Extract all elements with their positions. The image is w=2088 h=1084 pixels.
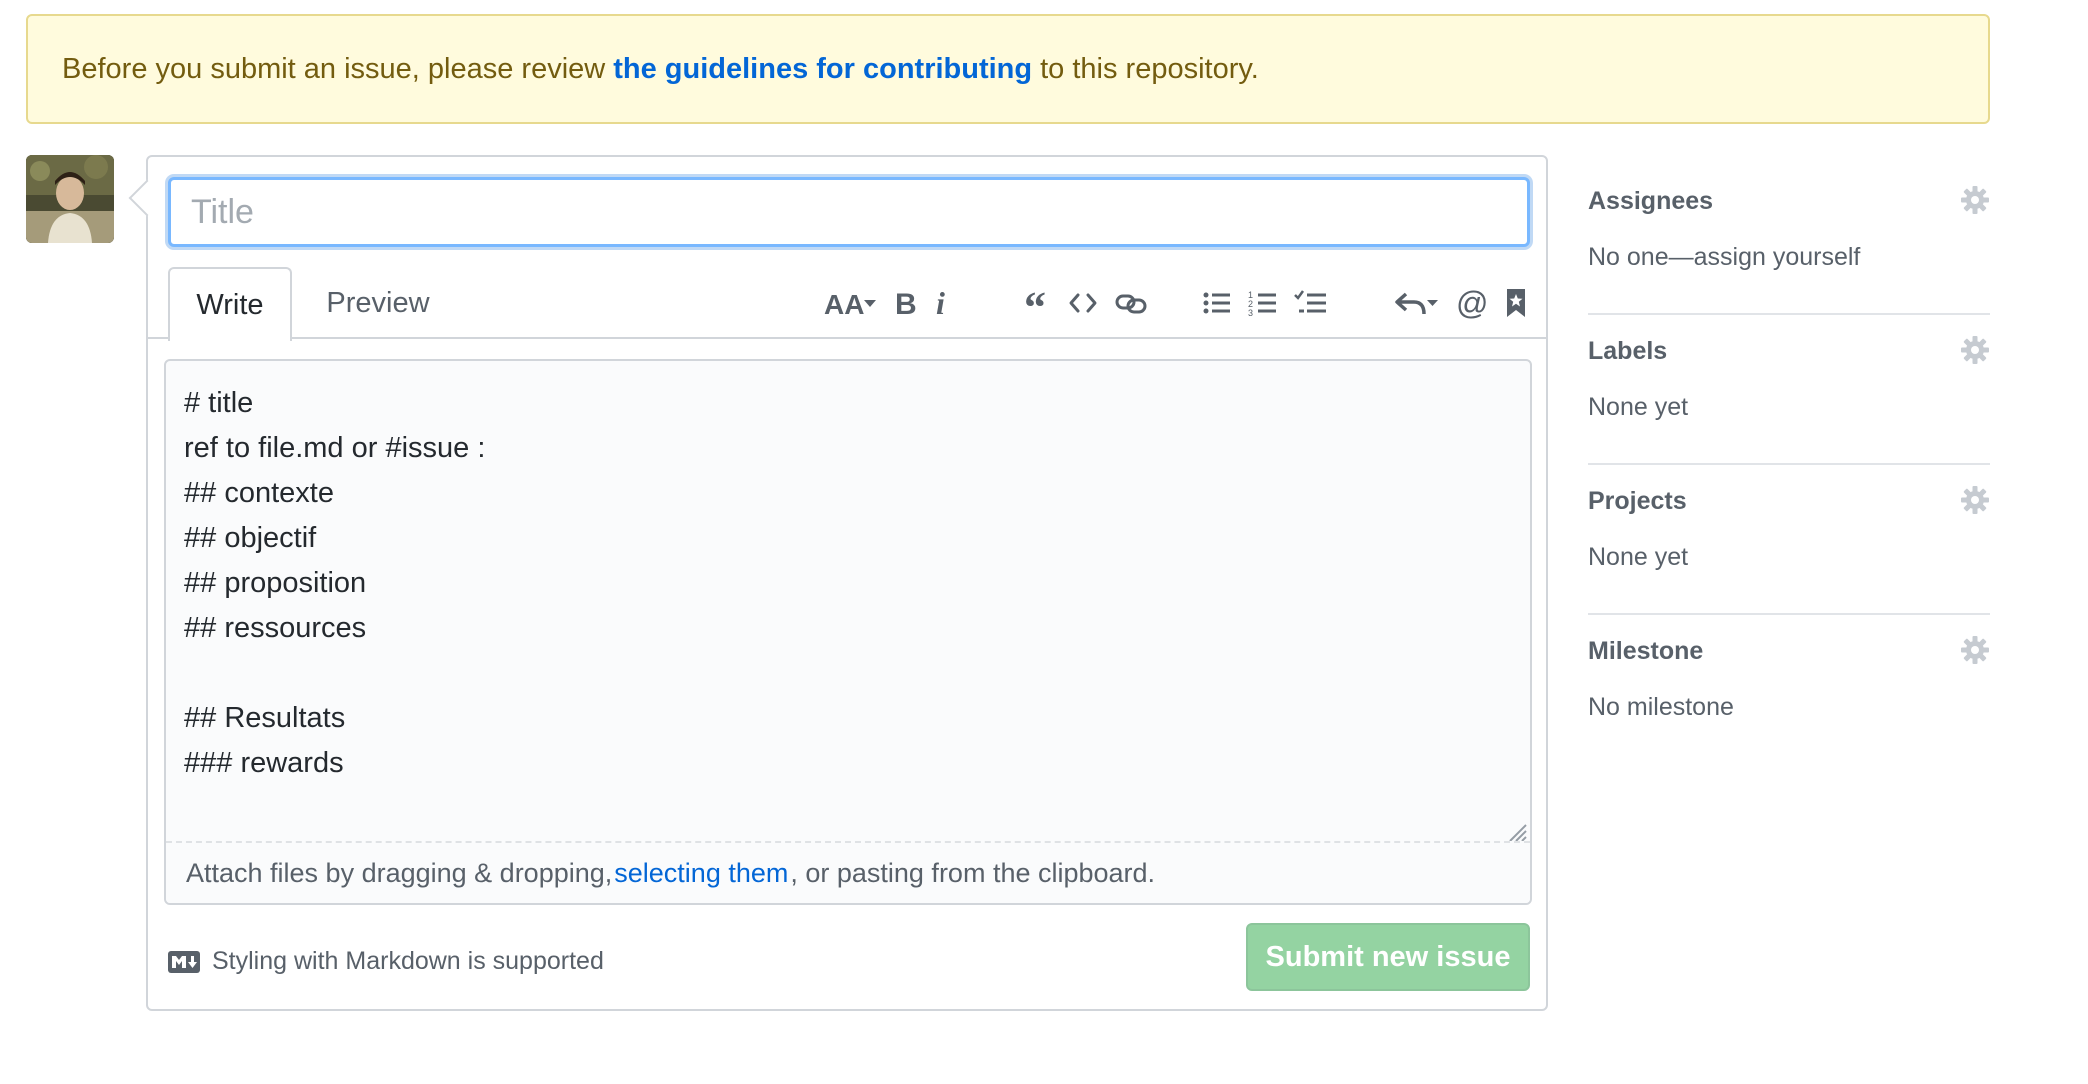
assignees-section: Assignees No one—assign yourself <box>1588 165 1990 315</box>
projects-value: None yet <box>1588 543 1689 571</box>
new-issue-form: Write Preview AA B i “ <box>146 155 1548 1011</box>
submit-new-issue-button[interactable]: Submit new issue <box>1246 923 1530 991</box>
gear-icon[interactable] <box>1960 185 1990 215</box>
code-icon[interactable] <box>1068 283 1098 323</box>
milestone-section: Milestone No milestone <box>1588 615 1990 765</box>
comment-editor: # title ref to file.md or #issue : ## co… <box>164 359 1532 905</box>
projects-heading[interactable]: Projects <box>1588 487 1687 516</box>
tab-write[interactable]: Write <box>168 267 292 341</box>
markdown-hint-text: Styling with Markdown is supported <box>212 947 604 975</box>
svg-text:B: B <box>895 288 917 318</box>
avatar-image <box>26 155 114 243</box>
toolbar-text-group: AA B i <box>824 267 966 339</box>
drop-text-after: , or pasting from the clipboard. <box>790 857 1156 888</box>
assignees-value[interactable]: No one—assign yourself <box>1588 243 1860 272</box>
task-list-icon[interactable] <box>1294 283 1328 323</box>
gear-icon[interactable] <box>1960 635 1990 665</box>
tab-preview[interactable]: Preview <box>308 267 448 339</box>
bold-icon[interactable]: B <box>894 283 918 323</box>
unordered-list-icon[interactable] <box>1202 283 1232 323</box>
reply-icon[interactable] <box>1394 283 1440 323</box>
labels-heading[interactable]: Labels <box>1588 337 1667 366</box>
select-files-link[interactable]: selecting them <box>614 858 788 889</box>
resize-handle-icon[interactable] <box>1506 821 1528 843</box>
toolbar-misc-group: @ <box>1394 267 1544 339</box>
labels-section: Labels None yet <box>1588 315 1990 465</box>
issue-title-input[interactable] <box>168 177 1530 247</box>
svg-text:3: 3 <box>1248 308 1253 318</box>
milestone-heading[interactable]: Milestone <box>1588 637 1703 666</box>
projects-section: Projects None yet <box>1588 465 1990 615</box>
avatar[interactable] <box>26 155 114 243</box>
svg-text:@: @ <box>1456 287 1488 319</box>
issue-body-textarea[interactable]: # title ref to file.md or #issue : ## co… <box>166 361 1530 841</box>
labels-value: None yet <box>1588 393 1689 421</box>
ordered-list-icon[interactable]: 123 <box>1248 283 1278 323</box>
markdown-support-note[interactable]: Styling with Markdown is supported <box>168 947 604 976</box>
gear-icon[interactable] <box>1960 335 1990 365</box>
quote-icon[interactable]: “ <box>1024 283 1052 323</box>
milestone-value: No milestone <box>1588 693 1734 721</box>
svg-text:“: “ <box>1024 288 1046 318</box>
svg-text:AA: AA <box>824 289 864 318</box>
toolbar-list-group: 123 <box>1202 267 1344 339</box>
contributing-flash-banner: Before you submit an issue, please revie… <box>26 14 1990 124</box>
assignees-heading[interactable]: Assignees <box>1588 187 1713 216</box>
svg-text:i: i <box>936 288 945 318</box>
issue-sidebar: Assignees No one—assign yourself Labels <box>1588 165 1990 765</box>
editor-tabs: Write Preview AA B i “ 1 2 3 @ <box>148 267 1546 341</box>
gear-icon[interactable] <box>1960 485 1990 515</box>
link-icon[interactable] <box>1114 283 1148 323</box>
flash-text-before: Before you submit an issue, please revie… <box>62 52 606 85</box>
flash-text-after: to this repository. <box>1040 52 1259 85</box>
toolbar-insert-group: “ <box>1024 267 1164 339</box>
drop-text-before: Attach files by dragging & dropping, <box>186 857 613 888</box>
mention-icon[interactable]: @ <box>1456 283 1488 323</box>
markdown-icon <box>168 950 200 973</box>
text-size-icon[interactable]: AA <box>824 283 878 323</box>
bookmark-icon[interactable] <box>1504 283 1528 323</box>
contributing-guidelines-link[interactable]: the guidelines for contributing <box>613 53 1032 86</box>
file-attach-zone[interactable]: Attach files by dragging & dropping, sel… <box>166 841 1530 903</box>
italic-icon[interactable]: i <box>934 283 950 323</box>
